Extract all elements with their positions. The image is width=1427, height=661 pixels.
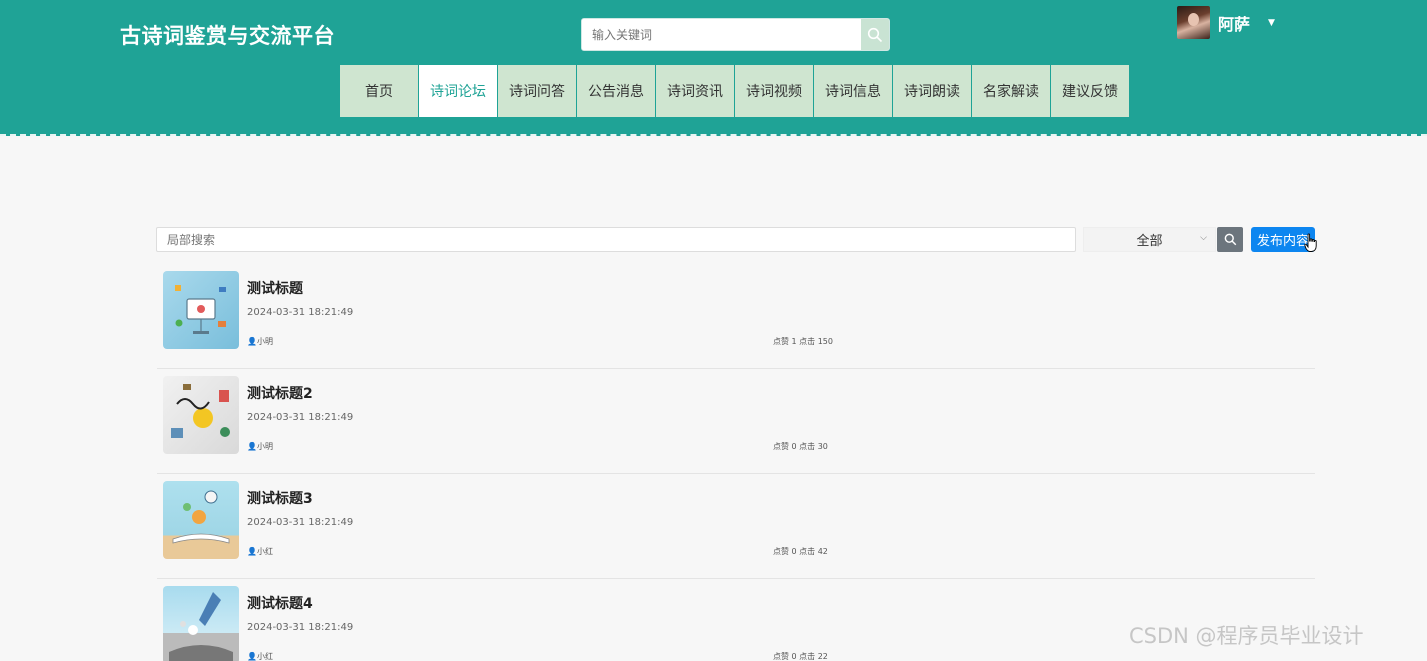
forum-toolbar: 全部 ⌵ 发布内容 — [156, 227, 1317, 253]
global-search-button[interactable] — [861, 19, 889, 50]
post-title[interactable]: 测试标题2 — [247, 383, 313, 403]
global-search-input[interactable] — [582, 19, 862, 50]
list-item[interactable]: 测试标题3 2024-03-31 18:21:49 👤小红 点赞 0 点击 42 — [157, 474, 1315, 579]
global-search — [581, 18, 890, 51]
post-date: 2024-03-31 18:21:49 — [247, 517, 354, 528]
post-author: 👤小明 — [247, 441, 273, 452]
local-search-input[interactable] — [156, 227, 1076, 252]
post-thumbnail[interactable] — [163, 376, 239, 454]
post-list: 测试标题 2024-03-31 18:21:49 👤小明 点赞 1 点击 150… — [157, 264, 1315, 661]
post-stats: 点赞 1 点击 150 — [773, 337, 833, 346]
search-icon — [867, 27, 883, 42]
post-thumbnail[interactable] — [163, 586, 239, 661]
user-icon: 👤 — [247, 547, 257, 556]
post-title[interactable]: 测试标题4 — [247, 593, 313, 613]
user-menu[interactable]: 阿萨 ▼ — [1177, 6, 1275, 39]
hand-cursor-icon — [1304, 233, 1317, 252]
post-thumbnail[interactable] — [163, 271, 239, 349]
post-author-name: 小明 — [256, 442, 273, 451]
user-icon: 👤 — [247, 442, 257, 451]
nav-item-videos[interactable]: 诗词视频 — [735, 65, 813, 117]
nav-item-qa[interactable]: 诗词问答 — [498, 65, 576, 117]
post-stats: 点赞 0 点击 30 — [773, 442, 828, 451]
nav-item-feedback[interactable]: 建议反馈 — [1051, 65, 1129, 117]
nav-item-poems[interactable]: 诗词信息 — [814, 65, 892, 117]
nav-item-home[interactable]: 首页 — [340, 65, 418, 117]
post-stats: 点赞 0 点击 42 — [773, 547, 828, 556]
site-header: 古诗词鉴赏与交流平台 阿萨 ▼ 首页 诗词论坛 诗词问答 公告消息 诗词资讯 诗… — [0, 0, 1427, 136]
post-author: 👤小明 — [247, 336, 273, 347]
nav-item-news[interactable]: 诗词资讯 — [656, 65, 734, 117]
category-select-value: 全部 — [1136, 234, 1163, 249]
nav-item-announcements[interactable]: 公告消息 — [577, 65, 655, 117]
user-icon: 👤 — [247, 652, 257, 661]
user-icon: 👤 — [247, 337, 257, 346]
post-date: 2024-03-31 18:21:49 — [247, 307, 354, 318]
post-date: 2024-03-31 18:21:49 — [247, 412, 354, 423]
watermark: CSDN @程序员毕业设计 — [1129, 624, 1364, 648]
avatar — [1177, 6, 1210, 39]
post-stats: 点赞 0 点击 22 — [773, 652, 828, 661]
user-name: 阿萨 — [1218, 14, 1251, 34]
nav-item-expert[interactable]: 名家解读 — [972, 65, 1050, 117]
post-title[interactable]: 测试标题 — [247, 278, 303, 298]
chevron-down-icon: ⌵ — [1200, 233, 1207, 243]
post-author: 👤小红 — [247, 651, 273, 661]
chevron-down-icon: ▼ — [1268, 17, 1275, 28]
nav-item-forum[interactable]: 诗词论坛 — [419, 65, 497, 117]
local-search-button[interactable] — [1217, 227, 1243, 252]
search-icon — [1224, 233, 1236, 246]
nav-item-recitation[interactable]: 诗词朗读 — [893, 65, 971, 117]
post-author: 👤小红 — [247, 546, 273, 557]
post-author-name: 小红 — [256, 547, 273, 556]
post-author-name: 小明 — [256, 337, 273, 346]
category-select[interactable]: 全部 ⌵ — [1083, 227, 1216, 252]
list-item[interactable]: 测试标题 2024-03-31 18:21:49 👤小明 点赞 1 点击 150 — [157, 264, 1315, 369]
post-date: 2024-03-31 18:21:49 — [247, 622, 354, 633]
post-thumbnail[interactable] — [163, 481, 239, 559]
main-nav: 首页 诗词论坛 诗词问答 公告消息 诗词资讯 诗词视频 诗词信息 诗词朗读 名家… — [340, 65, 1130, 117]
post-title[interactable]: 测试标题3 — [247, 488, 313, 508]
post-author-name: 小红 — [256, 652, 273, 661]
list-item[interactable]: 测试标题2 2024-03-31 18:21:49 👤小明 点赞 0 点击 30 — [157, 369, 1315, 474]
site-logo[interactable]: 古诗词鉴赏与交流平台 — [120, 20, 335, 50]
